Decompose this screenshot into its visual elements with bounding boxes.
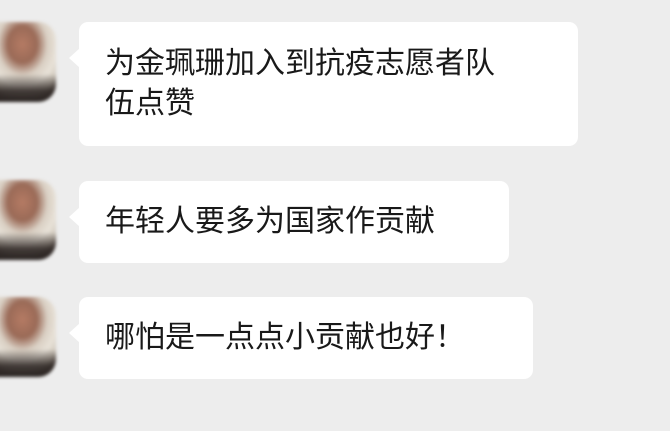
chat-message-list: 为金珮珊加入到抗疫志愿者队 伍点赞 年轻人要多为国家作贡献 哪怕是一点点小贡献也… <box>0 0 670 431</box>
message-bubble[interactable]: 为金珮珊加入到抗疫志愿者队 伍点赞 <box>69 22 578 146</box>
message-bubble[interactable]: 哪怕是一点点小贡献也好！ <box>69 297 533 379</box>
sender-avatar[interactable] <box>0 22 56 102</box>
sender-avatar[interactable] <box>0 180 56 260</box>
sender-avatar[interactable] <box>0 297 56 377</box>
message-bubble[interactable]: 年轻人要多为国家作贡献 <box>69 181 509 263</box>
